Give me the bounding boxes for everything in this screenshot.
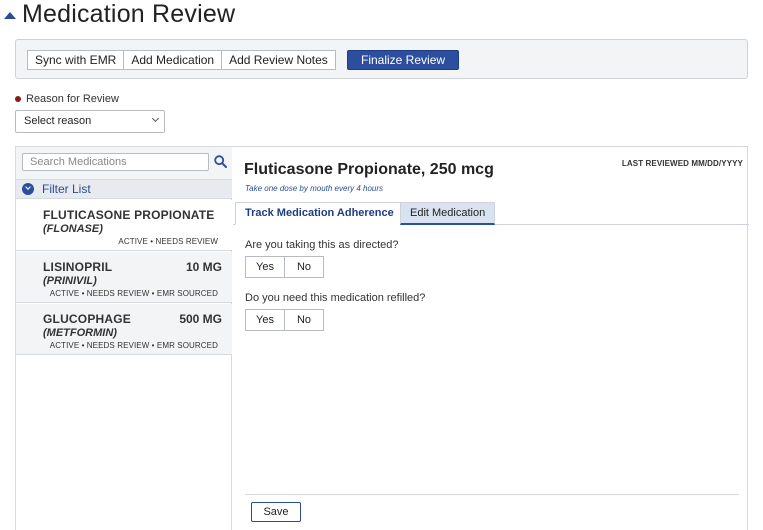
save-button[interactable]: Save <box>251 502 301 522</box>
medication-list-item[interactable]: GLUCOPHAGE 500 MG (METFORMIN) ACTIVE • N… <box>16 304 232 355</box>
filter-list-label: Filter List <box>42 182 91 196</box>
filter-list-toggle[interactable]: Filter List <box>16 179 232 199</box>
medication-brand: (PRINIVIL) <box>43 275 97 287</box>
drug-title: Fluticasone Propionate, 250 mcg <box>244 161 494 178</box>
toolbar-button-group: Sync with EMR Add Medication Add Review … <box>27 50 336 70</box>
medication-detail: Fluticasone Propionate, 250 mcg Take one… <box>233 147 749 530</box>
add-review-notes-button[interactable]: Add Review Notes <box>221 50 336 70</box>
tab-track-medication-adherence[interactable]: Track Medication Adherence <box>235 202 404 225</box>
question-need-refill: Do you need this medication refilled? <box>245 292 426 304</box>
chevron-circle-down-icon <box>22 183 34 195</box>
reason-block: Reason for Review Select reason <box>15 92 165 133</box>
sync-with-emr-button[interactable]: Sync with EMR <box>27 50 125 70</box>
reason-select-value: Select reason <box>24 115 92 127</box>
dosage-instructions: Take one dose by mouth every 4 hours <box>245 184 384 193</box>
chevron-down-icon <box>151 114 160 123</box>
toolbar: Sync with EMR Add Medication Add Review … <box>15 39 748 79</box>
required-dot-icon <box>15 96 21 102</box>
finalize-review-button[interactable]: Finalize Review <box>347 50 460 70</box>
medication-list-item[interactable]: LISINOPRIL 10 MG (PRINIVIL) ACTIVE • NEE… <box>16 252 232 303</box>
medication-status: ACTIVE • NEEDS REVIEW <box>118 237 218 246</box>
collapse-caret-icon[interactable] <box>4 11 16 19</box>
reason-label-text: Reason for Review <box>26 93 119 105</box>
footer-divider <box>245 494 739 495</box>
medication-name: LISINOPRIL <box>43 260 113 274</box>
no-button[interactable]: No <box>284 309 324 331</box>
add-medication-button[interactable]: Add Medication <box>123 50 223 70</box>
page-title: Medication Review <box>22 0 236 28</box>
yes-button[interactable]: Yes <box>245 256 285 278</box>
reason-label: Reason for Review <box>15 92 165 106</box>
medication-brand: (METFORMIN) <box>43 327 117 339</box>
no-button[interactable]: No <box>284 256 324 278</box>
search-row <box>16 147 232 179</box>
medication-brand: (FLONASE) <box>43 223 103 235</box>
tab-edit-medication[interactable]: Edit Medication <box>400 202 496 225</box>
reason-select[interactable]: Select reason <box>15 110 165 133</box>
last-reviewed-date: LAST REVIEWED MM/DD/YYYY <box>621 159 743 168</box>
medication-list-item[interactable]: FLUTICASONE PROPIONATE (FLONASE) ACTIVE … <box>16 200 232 251</box>
medication-status: ACTIVE • NEEDS REVIEW • EMR SOURCED <box>49 341 218 350</box>
search-icon[interactable] <box>214 155 227 168</box>
medication-status: ACTIVE • NEEDS REVIEW • EMR SOURCED <box>49 289 218 298</box>
medication-name: GLUCOPHAGE <box>43 312 132 326</box>
yes-button[interactable]: Yes <box>245 309 285 331</box>
need-refill-toggle: Yes No <box>245 309 324 331</box>
medication-container: Filter List FLUTICASONE PROPIONATE (FLON… <box>15 146 749 530</box>
medication-dose: 10 MG <box>185 260 222 274</box>
page-header: Medication Review <box>4 0 235 28</box>
taking-as-directed-toggle: Yes No <box>245 256 324 278</box>
question-taking-as-directed: Are you taking this as directed? <box>245 239 399 251</box>
medication-name: FLUTICASONE PROPIONATE <box>43 208 215 222</box>
medication-sidebar: Filter List FLUTICASONE PROPIONATE (FLON… <box>16 147 232 530</box>
medication-dose: 500 MG <box>179 312 222 326</box>
search-input[interactable] <box>22 153 209 171</box>
